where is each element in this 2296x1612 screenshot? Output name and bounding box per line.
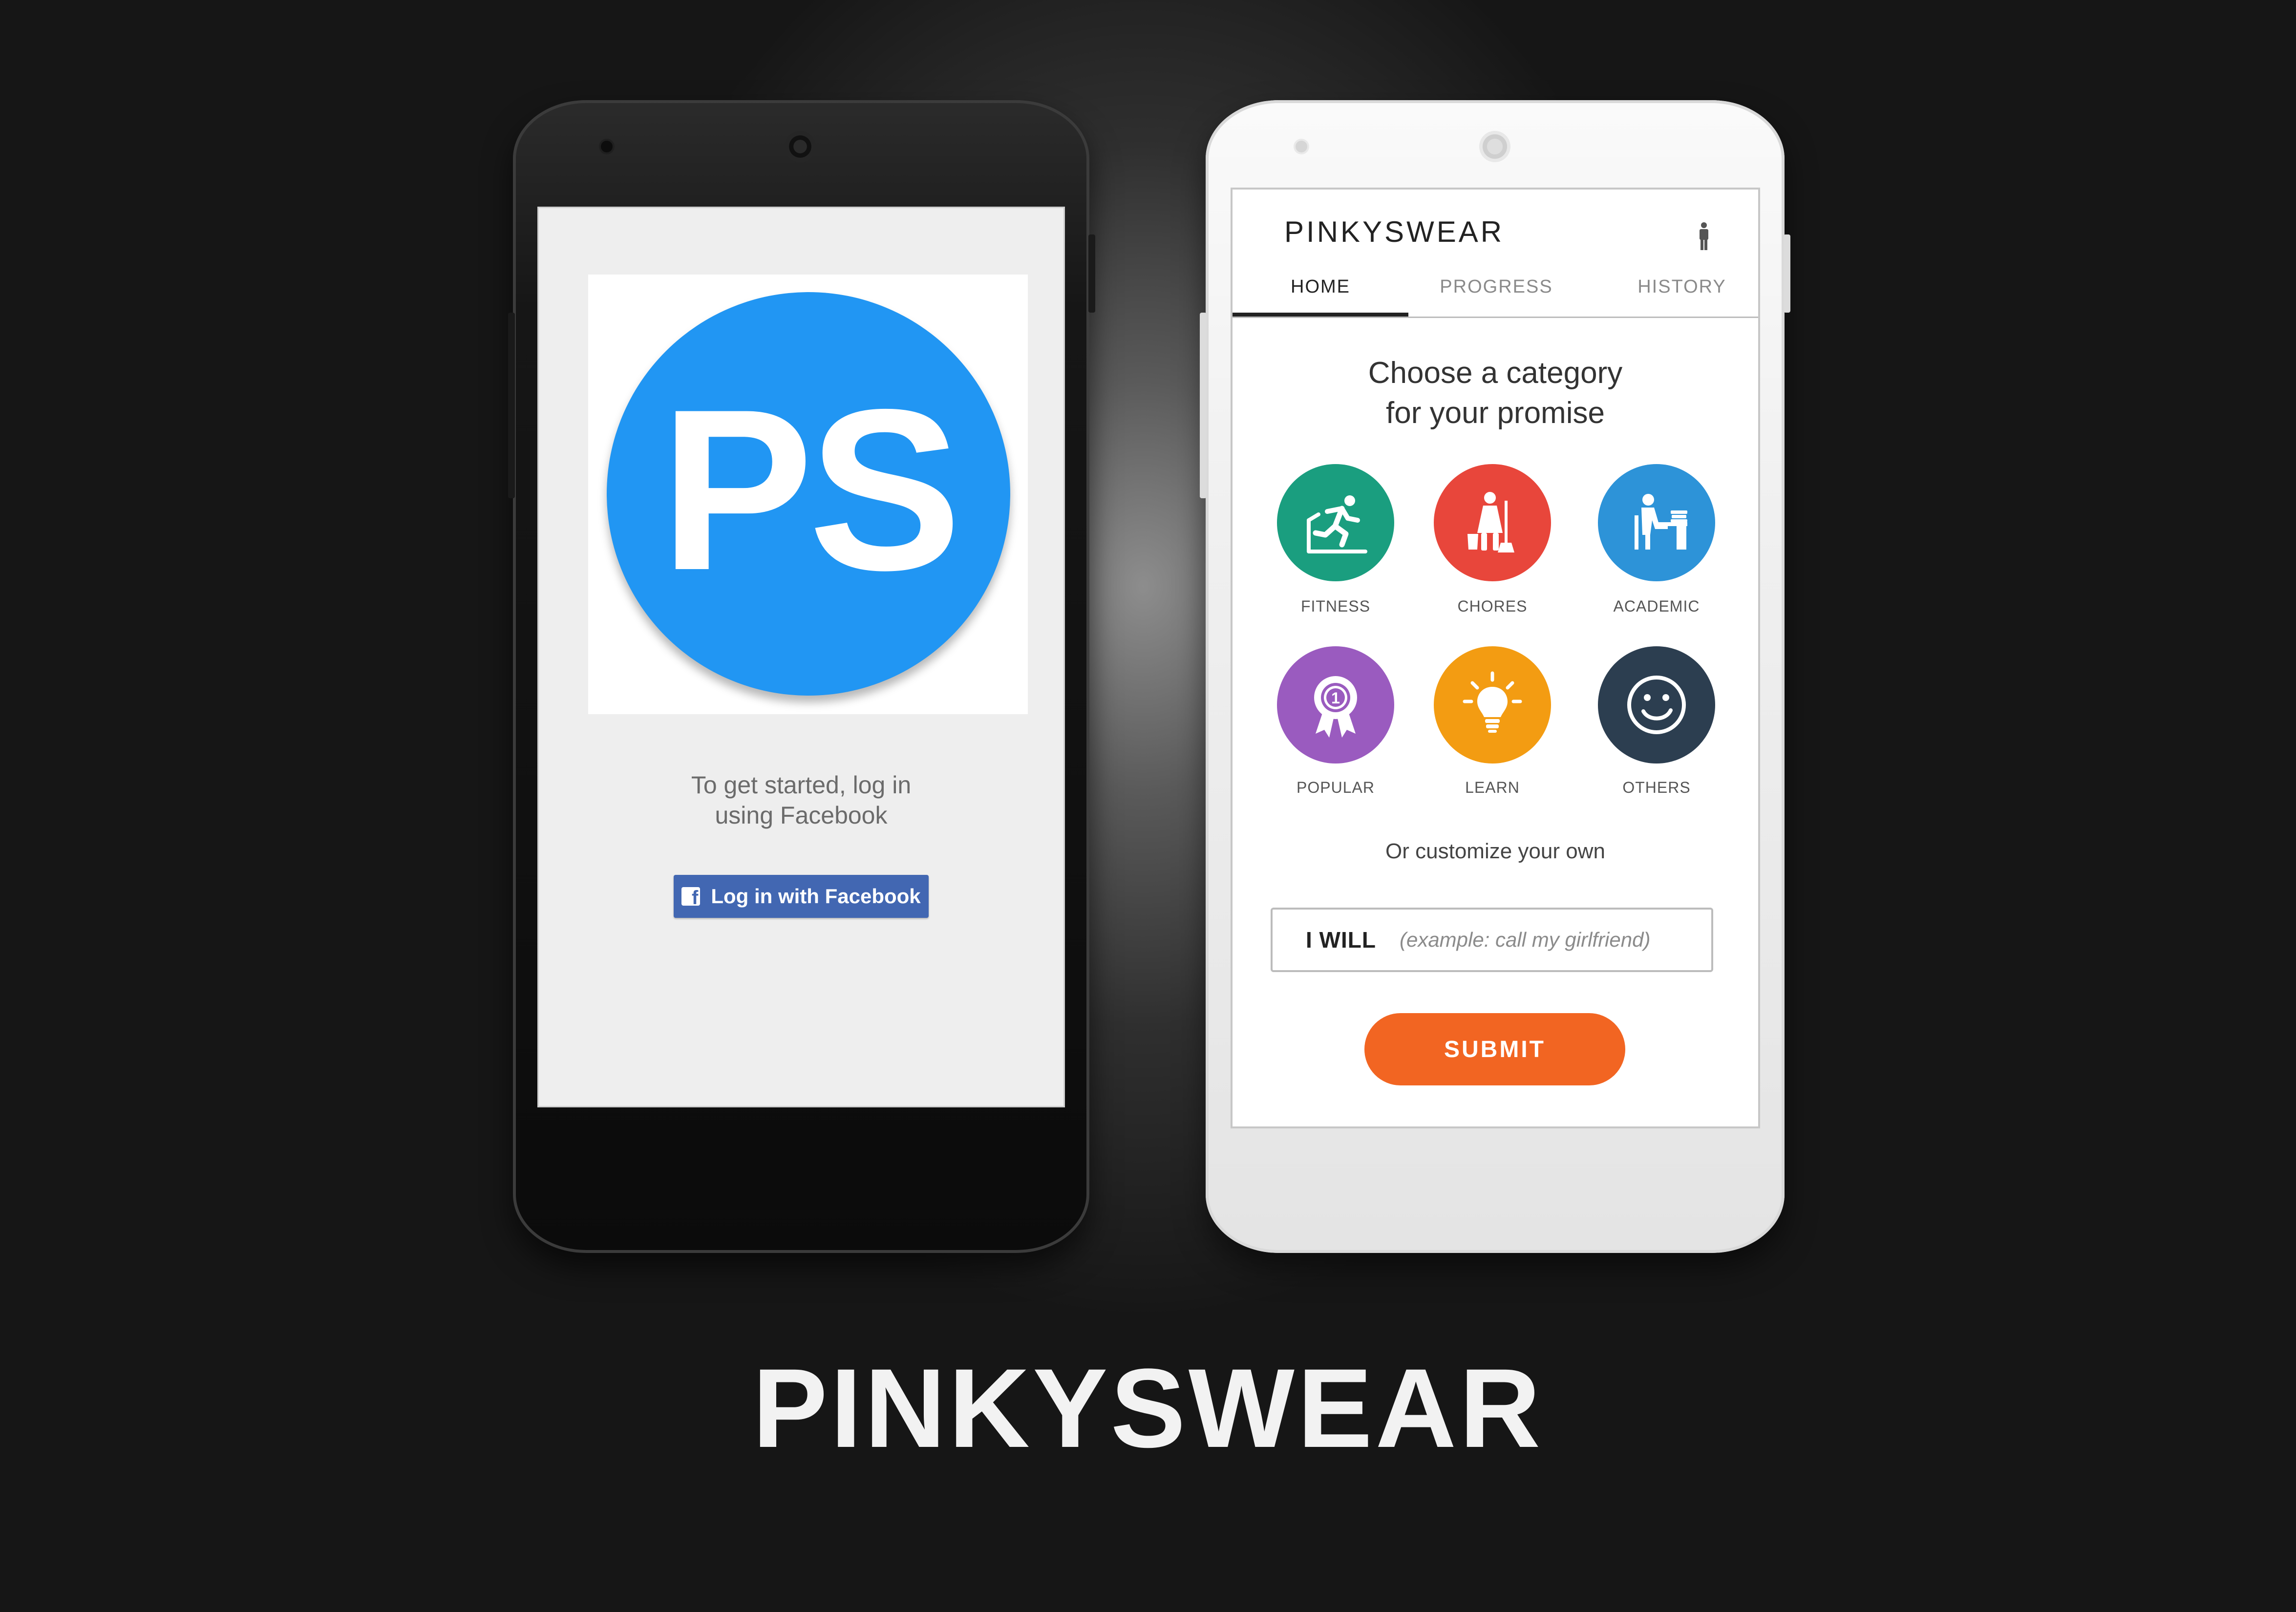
category-learn-button[interactable] [1434,646,1551,764]
svg-text:1: 1 [1331,689,1340,707]
tab-history[interactable]: HISTORY [1604,276,1760,297]
home-screen: PINKYSWEAR HOME PROGRESS HISTORY Choose … [1231,188,1760,1128]
volume-button [508,313,515,498]
front-camera-icon [1296,141,1307,152]
cleaning-person-icon [1467,492,1514,552]
category-fitness-button[interactable] [1277,464,1394,581]
submit-button[interactable]: SUBMIT [1364,1013,1625,1085]
power-button [1784,234,1790,313]
lightbulb-icon [1463,671,1522,733]
smiley-face-icon [1627,676,1686,734]
earpiece-speaker-icon [785,131,816,162]
front-camera-icon [601,141,613,152]
category-chores-button[interactable] [1434,464,1551,581]
category-academic-button[interactable] [1598,464,1715,581]
login-intro-text: To get started, log in using Facebook [691,771,912,829]
category-academic-label: ACADEMIC [1613,597,1700,615]
category-fitness-label: FITNESS [1300,597,1371,615]
app-logo: PS [607,292,1010,696]
profile-icon[interactable] [1698,222,1710,251]
category-popular-label: POPULAR [1297,779,1375,796]
app-logo-card: PS [588,275,1028,714]
power-button [1088,234,1095,313]
brand-title: PINKYSWEAR [752,1345,1544,1471]
tab-progress[interactable]: PROGRESS [1418,276,1574,297]
running-person-icon [1307,495,1367,553]
customize-text: Or customize your own [1385,839,1605,863]
category-heading: Choose a category for your promise [1368,356,1623,430]
category-chores-label: CHORES [1457,597,1528,615]
login-screen: PS To get started, log in using Facebook… [537,207,1065,1107]
facebook-login-button[interactable]: f Log in with Facebook [674,875,929,918]
logo-text: PS [660,361,962,618]
promise-input-box[interactable]: I WILL [1271,908,1713,972]
volume-button [1200,313,1207,498]
category-popular-button[interactable]: 1 [1277,646,1394,764]
i-will-label: I WILL [1306,927,1376,953]
tab-home[interactable]: HOME [1233,276,1408,297]
category-others-button[interactable] [1598,646,1715,764]
active-tab-indicator [1233,313,1408,317]
tabs-divider [1233,317,1758,318]
category-others-label: OTHERS [1622,779,1691,796]
studying-person-icon [1635,494,1687,550]
facebook-icon: f [681,887,701,906]
award-ribbon-icon: 1 [1314,676,1357,738]
category-learn-label: LEARN [1465,779,1520,796]
promise-input[interactable] [1398,928,1674,952]
earpiece-speaker-icon [1479,131,1510,162]
facebook-login-label: Log in with Facebook [711,885,921,908]
app-title: PINKYSWEAR [1284,215,1505,248]
